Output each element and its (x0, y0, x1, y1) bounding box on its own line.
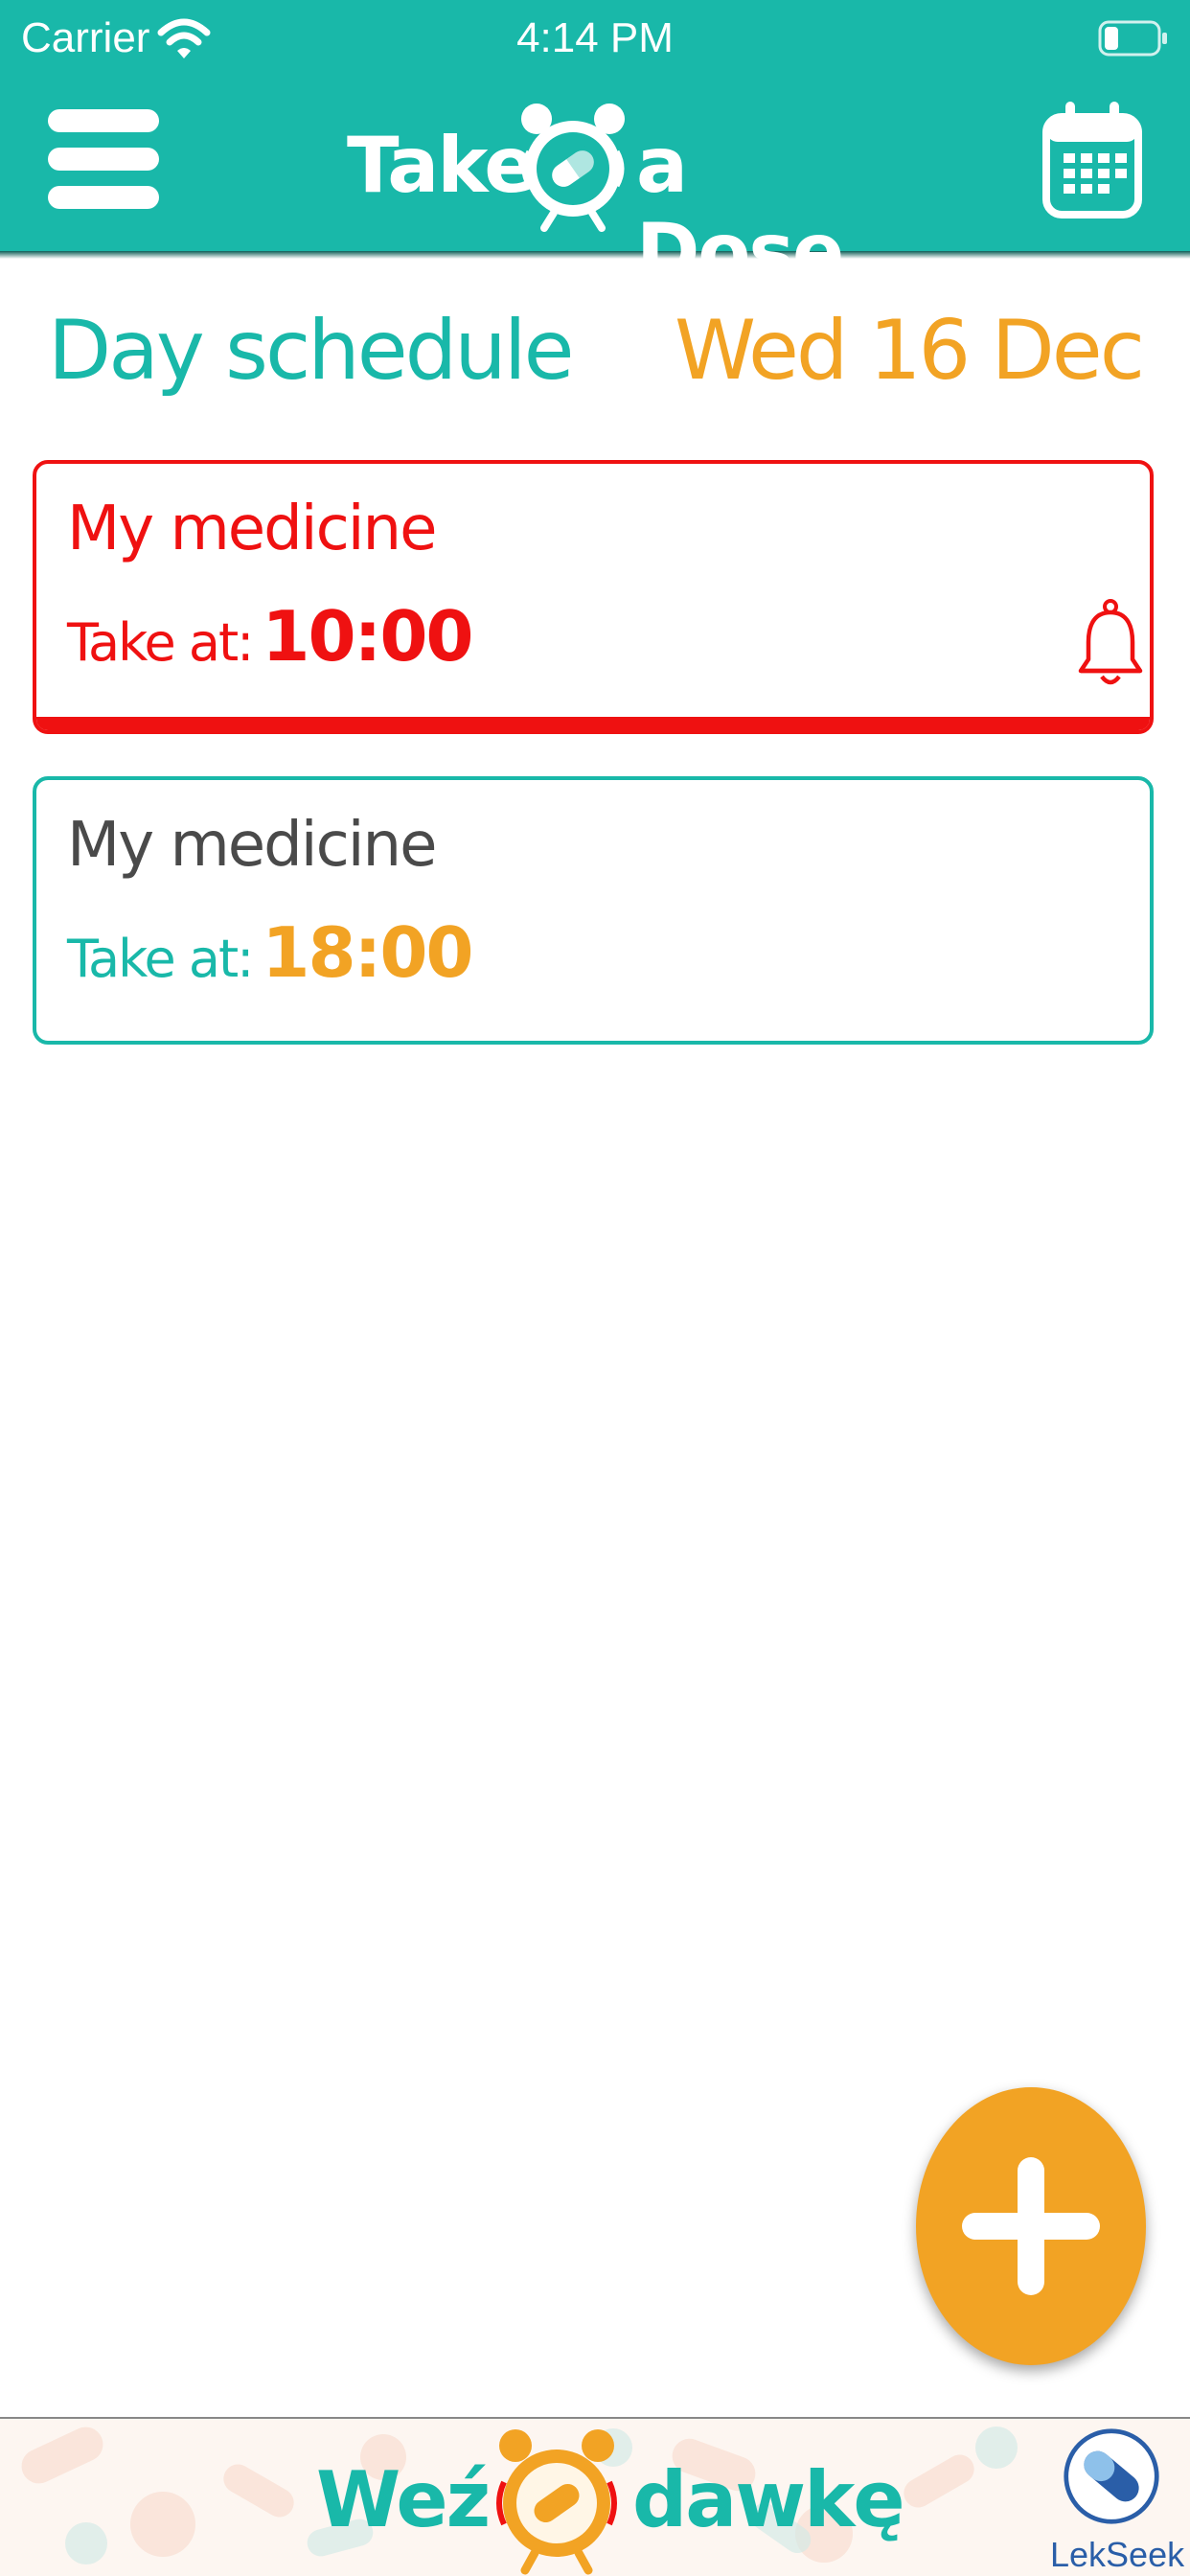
lekseek-logo[interactable]: LekSeek (1041, 2423, 1190, 2576)
medicine-name: My medicine (67, 810, 437, 881)
take-at-label: Take at: (67, 929, 254, 989)
dose-time: 18:00 (262, 912, 473, 993)
plus-icon (962, 2157, 1100, 2295)
bottom-banner[interactable]: Weź dawkę LekSeek (0, 2417, 1190, 2576)
alarm-clock-pill-icon (496, 2429, 617, 2575)
take-at-label: Take at: (67, 612, 254, 673)
pill-icon (1064, 2428, 1159, 2524)
banner-text-left: Weź (316, 2455, 491, 2544)
bell-icon[interactable] (1077, 598, 1144, 690)
take-at-row: Take at: 10:00 (67, 596, 474, 681)
hamburger-menu-icon (48, 109, 159, 132)
schedule-date[interactable]: Wed 16 Dec (675, 303, 1145, 399)
battery-icon (1098, 20, 1167, 57)
logo-text-right: a Dose (636, 121, 844, 296)
page-title: Day schedule (48, 303, 575, 399)
status-bar: Carrier 4:14 PM (0, 0, 1190, 77)
hamburger-menu-icon-bar (48, 186, 159, 209)
lekseek-label: LekSeek (1050, 2535, 1185, 2574)
medicine-name: My medicine (67, 494, 437, 564)
logo-text-left: Take (347, 121, 537, 210)
app-logo: Take a Dose (347, 98, 845, 295)
dose-time: 10:00 (262, 596, 473, 677)
hamburger-menu-icon-bar (48, 148, 159, 171)
dose-card[interactable]: My medicine Take at: 18:00 (33, 776, 1154, 1045)
add-dose-button[interactable] (916, 2087, 1146, 2365)
take-at-row: Take at: 18:00 (67, 912, 474, 998)
top-bar-shadow (0, 251, 1190, 259)
dose-card[interactable]: My medicine Take at: 10:00 (33, 460, 1154, 734)
banner-text-right: dawkę (632, 2455, 905, 2544)
alarm-clock-pill-icon (521, 104, 625, 232)
status-time: 4:14 PM (516, 14, 674, 61)
calendar-icon[interactable] (1042, 100, 1142, 218)
app-header: Take a Dose (0, 77, 1190, 295)
app-screen: Carrier 4:14 PM Take a Dose Day schedule… (0, 0, 1190, 2576)
menu-button[interactable] (48, 109, 159, 209)
